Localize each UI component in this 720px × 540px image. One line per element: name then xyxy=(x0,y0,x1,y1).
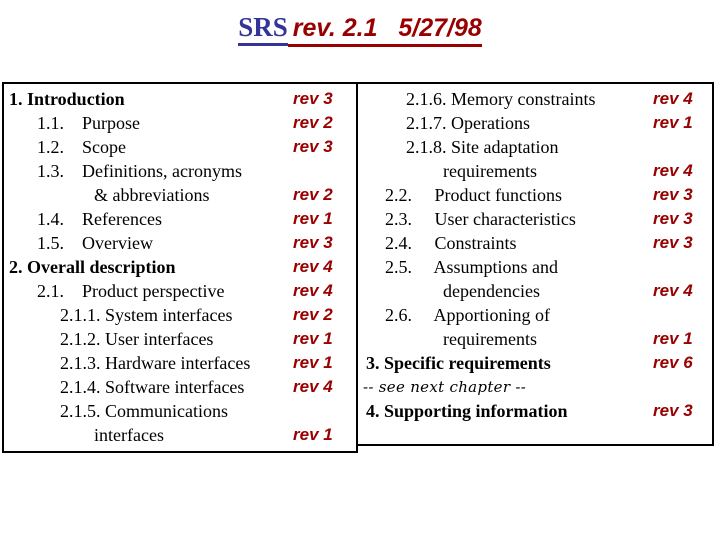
toc-row: 1.4. References rev 1 xyxy=(4,207,356,231)
toc-row: 1.3. Definitions, acronyms xyxy=(4,159,356,183)
toc-entry-revision: rev 1 xyxy=(653,329,693,348)
toc-row: 1.5. Overview rev 3 xyxy=(4,231,356,255)
toc-entry-label: interfaces xyxy=(94,425,164,445)
toc-entry-revision: rev 4 xyxy=(653,161,693,180)
toc-entry-label: 1.4. References xyxy=(37,209,162,229)
toc-entry-revision: rev 4 xyxy=(293,281,333,300)
toc-rows-right: 2.1.6. Memory constraints rev 4 2.1.7. Ope… xyxy=(358,84,712,423)
toc-entry-label: 2.3. User characteristics xyxy=(385,209,576,229)
toc-entry-label: 2.2. Product functions xyxy=(385,185,562,205)
toc-row: 2. Overall description rev 4 xyxy=(4,255,356,279)
toc-entry-revision: rev 1 xyxy=(653,113,693,132)
toc-entry-revision: rev 1 xyxy=(293,353,333,372)
toc-row: & abbreviations rev 2 xyxy=(4,183,356,207)
toc-entry-revision: rev 3 xyxy=(293,89,333,108)
toc-entry-label: 2.1.2. User interfaces xyxy=(60,329,214,349)
toc-row: -- see next chapter -- xyxy=(358,375,712,399)
toc-row: 2.1.8. Site adaptation xyxy=(358,135,712,159)
toc-row: 2.3. User characteristics rev 3 xyxy=(358,207,712,231)
toc-entry-revision: rev 3 xyxy=(293,137,333,156)
toc-row: 3. Specific requirements rev 6 xyxy=(358,351,712,375)
toc-entry-revision: rev 1 xyxy=(293,329,333,348)
toc-entry-label: 2.1.1. System interfaces xyxy=(60,305,233,325)
toc-entry-label: -- see next chapter -- xyxy=(363,378,527,396)
toc-entry-revision: rev 6 xyxy=(653,353,693,372)
toc-entry-revision: rev 3 xyxy=(653,209,693,228)
toc-entry-revision: rev 1 xyxy=(293,209,333,228)
toc-entry-label: 2.1.6. Memory constraints xyxy=(406,89,596,109)
toc-entry-revision: rev 2 xyxy=(293,113,333,132)
toc-row: 2.1.1. System interfaces rev 2 xyxy=(4,303,356,327)
toc-entry-label: 2. Overall description xyxy=(9,257,176,277)
toc-column-left: 1. Introduction rev 3 1.1. Purpose rev 2 1.2… xyxy=(2,82,358,453)
toc-entry-revision: rev 2 xyxy=(293,305,333,324)
toc-entry-revision: rev 3 xyxy=(653,185,693,204)
toc-entry-label: 1.2. Scope xyxy=(37,137,126,157)
toc-row: 2.6. Apportioning of xyxy=(358,303,712,327)
toc-entry-label: 4. Supporting information xyxy=(366,401,568,421)
toc-entry-revision: rev 1 xyxy=(293,425,333,444)
toc-entry-label: 2.6. Apportioning of xyxy=(385,305,550,325)
toc-entry-label: 3. Specific requirements xyxy=(366,353,551,373)
toc-row: 2.1.5. Communications xyxy=(4,399,356,423)
toc-row: requirements rev 4 xyxy=(358,159,712,183)
toc-row: 2.4. Constraints rev 3 xyxy=(358,231,712,255)
toc-entry-label: requirements xyxy=(443,161,537,181)
toc-entry-label: requirements xyxy=(443,329,537,349)
toc-entry-label: 1.1. Purpose xyxy=(37,113,140,133)
toc-entry-label: 2.1.3. Hardware interfaces xyxy=(60,353,251,373)
toc-entry-label: 2.1.4. Software interfaces xyxy=(60,377,245,397)
toc-row: 2.1.6. Memory constraints rev 4 xyxy=(358,87,712,111)
toc-entry-revision: rev 4 xyxy=(653,281,693,300)
toc-entry-revision: rev 2 xyxy=(293,185,333,204)
toc-table: 1. Introduction rev 3 1.1. Purpose rev 2 1.2… xyxy=(0,0,720,540)
toc-entry-label: 2.1. Product perspective xyxy=(37,281,225,301)
toc-row: 1.1. Purpose rev 2 xyxy=(4,111,356,135)
toc-entry-revision: rev 3 xyxy=(653,233,693,252)
toc-entry-revision: rev 4 xyxy=(293,257,333,276)
toc-entry-label: 2.5. Assumptions and xyxy=(385,257,559,277)
toc-row: 4. Supporting information rev 3 xyxy=(358,399,712,423)
toc-entry-label: 1.3. Definitions, acronyms xyxy=(37,161,242,181)
toc-entry-revision: rev 3 xyxy=(653,401,693,420)
toc-row: requirements rev 1 xyxy=(358,327,712,351)
toc-row: interfaces rev 1 xyxy=(4,423,356,447)
toc-row: dependencies rev 4 xyxy=(358,279,712,303)
toc-entry-label: 1.5. Overview xyxy=(37,233,153,253)
toc-entry-label: 2.1.5. Communications xyxy=(60,401,228,421)
toc-entry-label: 1. Introduction xyxy=(9,89,125,109)
toc-row: 2.5. Assumptions and xyxy=(358,255,712,279)
toc-row: 2.1.7. Operations rev 1 xyxy=(358,111,712,135)
toc-row: 1. Introduction rev 3 xyxy=(4,87,356,111)
toc-row: 2.1.3. Hardware interfaces rev 1 xyxy=(4,351,356,375)
toc-entry-label: dependencies xyxy=(443,281,540,301)
toc-entry-label: 2.4. Constraints xyxy=(385,233,517,253)
toc-column-right: 2.1.6. Memory constraints rev 4 2.1.7. Ope… xyxy=(356,82,714,446)
toc-row: 2.1.4. Software interfaces rev 4 xyxy=(4,375,356,399)
toc-entry-revision: rev 3 xyxy=(293,233,333,252)
toc-entry-revision: rev 4 xyxy=(293,377,333,396)
toc-row: 2.1. Product perspective rev 4 xyxy=(4,279,356,303)
toc-entry-label: 2.1.7. Operations xyxy=(406,113,530,133)
toc-entry-label: 2.1.8. Site adaptation xyxy=(406,137,559,157)
toc-entry-label: & abbreviations xyxy=(94,185,210,205)
toc-row: 2.2. Product functions rev 3 xyxy=(358,183,712,207)
toc-rows-left: 1. Introduction rev 3 1.1. Purpose rev 2 1.2… xyxy=(4,84,356,447)
toc-row: 2.1.2. User interfaces rev 1 xyxy=(4,327,356,351)
toc-row: 1.2. Scope rev 3 xyxy=(4,135,356,159)
toc-entry-revision: rev 4 xyxy=(653,89,693,108)
